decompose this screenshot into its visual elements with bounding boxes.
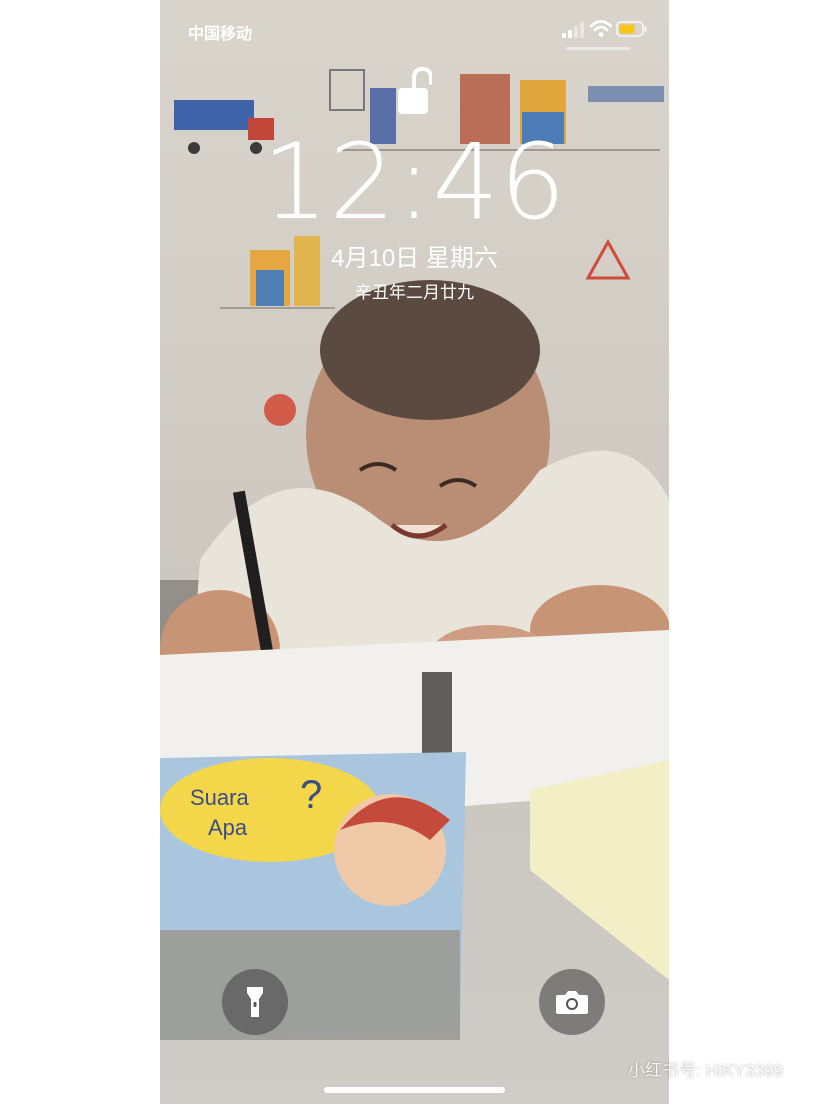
lock-screen-date: 4月10日 星期六 [331, 245, 498, 272]
unlocked-padlock-icon [398, 66, 433, 116]
lock-screen-time: 12:46 [262, 121, 567, 243]
lock-screen: Suara Apa ? 中国移动 12:46 4月10日 星期六 辛丑年二月廿九 [160, 0, 669, 1104]
svg-text:?: ? [300, 773, 322, 817]
flashlight-button[interactable] [222, 969, 288, 1035]
camera-icon [556, 991, 588, 1014]
control-center-indicator[interactable] [566, 47, 630, 50]
wifi-icon [589, 20, 613, 38]
svg-text:Suara: Suara [190, 785, 249, 810]
xiaohongshu-logo: 小红书 [731, 1022, 785, 1050]
home-indicator[interactable] [324, 1087, 505, 1093]
watermark-text: 小红书号: HIKY3399 [628, 1061, 783, 1080]
signal-bars-icon [562, 22, 586, 38]
flashlight-icon [247, 987, 263, 1017]
camera-button[interactable] [539, 969, 605, 1035]
svg-text:Apa: Apa [208, 815, 248, 840]
xiaohongshu-logo-text: 小红书 [738, 1029, 778, 1045]
carrier-label: 中国移动 [188, 26, 253, 43]
battery-icon [616, 21, 648, 37]
lunar-date: 辛丑年二月廿九 [355, 283, 474, 302]
